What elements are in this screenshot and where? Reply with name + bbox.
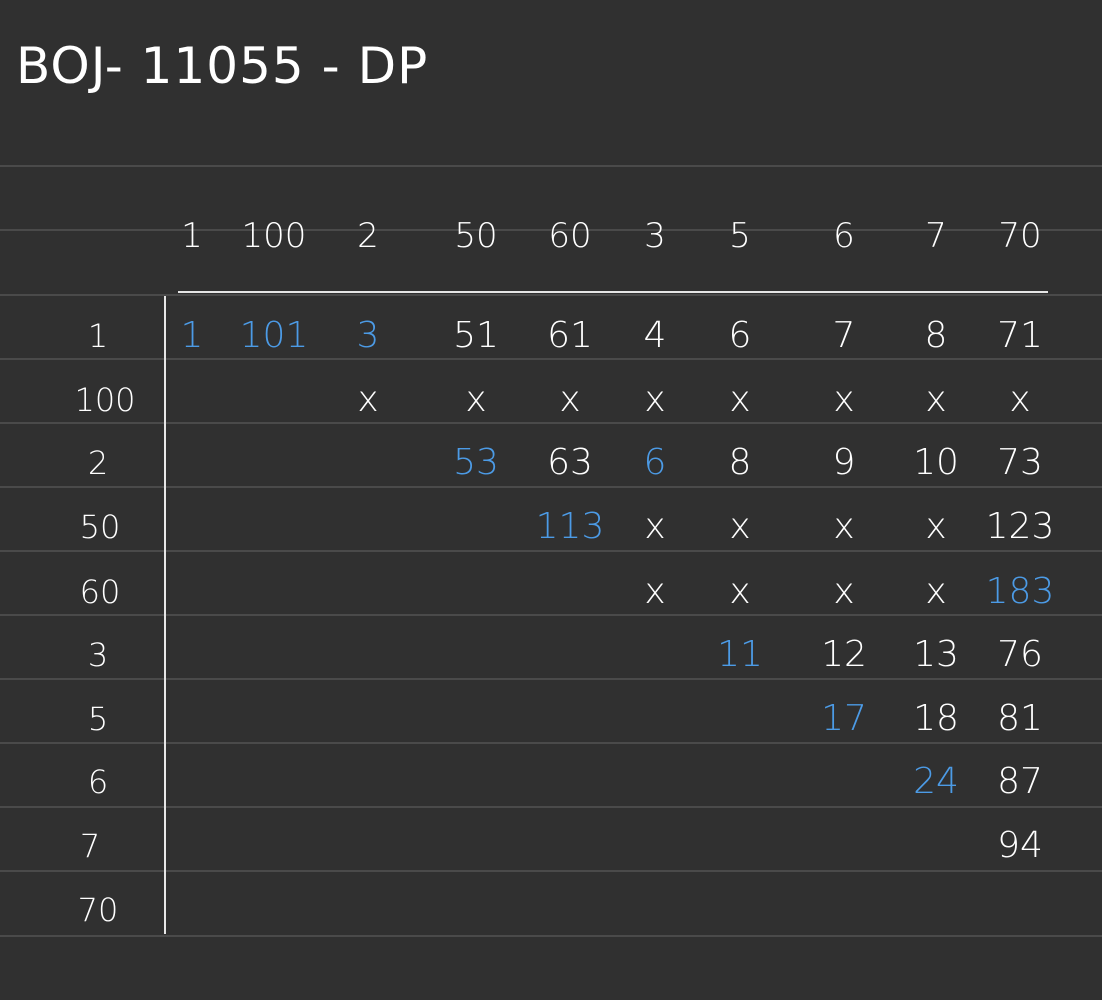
row-header: 5	[87, 700, 109, 738]
column-header: 5	[729, 216, 751, 256]
table-cell: x	[833, 571, 855, 612]
ruled-line	[0, 165, 1102, 167]
table-cell: 8	[924, 315, 948, 356]
row-header: 60	[79, 573, 121, 611]
table-cell: x	[833, 506, 855, 547]
table-cell: 63	[547, 442, 593, 483]
table-cell: 11	[717, 634, 763, 675]
table-cell: 17	[821, 698, 867, 739]
column-header: 7	[925, 216, 947, 256]
table-cell: x	[644, 506, 666, 547]
table-cell: x	[729, 379, 751, 420]
table-cell: 1	[180, 315, 204, 356]
column-header: 100	[241, 216, 307, 256]
table-cell: 7	[832, 315, 856, 356]
table-cell: 10	[913, 442, 959, 483]
row-header: 50	[79, 508, 121, 546]
table-cell: x	[357, 379, 379, 420]
table-cell: 24	[913, 761, 959, 802]
row-header: 2	[87, 444, 109, 482]
table-cell: 73	[997, 442, 1043, 483]
table-cell: x	[925, 571, 947, 612]
table-cell: 12	[821, 634, 867, 675]
table-cell: x	[644, 571, 666, 612]
table-cell: 61	[547, 315, 593, 356]
table-cell: 4	[643, 315, 667, 356]
column-header: 60	[548, 216, 592, 256]
table-horizontal-axis	[178, 291, 1048, 293]
table-cell: x	[729, 571, 751, 612]
table-vertical-axis	[164, 296, 166, 934]
row-header: 6	[87, 763, 109, 801]
table-cell: x	[559, 379, 581, 420]
table-cell: 71	[997, 315, 1043, 356]
table-cell: 94	[997, 825, 1043, 866]
column-header: 6	[833, 216, 855, 256]
column-header: 70	[998, 216, 1042, 256]
column-header: 1	[181, 216, 203, 256]
table-cell: 53	[453, 442, 499, 483]
table-cell: x	[465, 379, 487, 420]
table-cell: 123	[985, 506, 1055, 547]
table-cell: 76	[997, 634, 1043, 675]
ruled-line	[0, 935, 1102, 937]
table-cell: 6	[728, 315, 752, 356]
page-title: BOJ- 11055 - DP	[16, 37, 429, 95]
row-header: 7	[79, 827, 101, 865]
row-header: 3	[87, 636, 109, 674]
table-cell: 183	[985, 571, 1055, 612]
table-cell: x	[729, 506, 751, 547]
table-cell: 87	[997, 761, 1043, 802]
table-cell: x	[644, 379, 666, 420]
table-cell: 113	[535, 506, 605, 547]
table-cell: 101	[239, 315, 309, 356]
table-cell: 8	[728, 442, 752, 483]
table-cell: 13	[913, 634, 959, 675]
table-cell: 81	[997, 698, 1043, 739]
table-cell: x	[833, 379, 855, 420]
table-cell: 9	[832, 442, 856, 483]
table-cell: x	[925, 379, 947, 420]
column-header: 2	[357, 216, 379, 256]
row-header: 1	[87, 317, 109, 355]
row-header: 70	[77, 891, 119, 929]
table-cell: 6	[643, 442, 667, 483]
column-header: 3	[644, 216, 666, 256]
column-header: 50	[454, 216, 498, 256]
row-header: 100	[74, 381, 136, 419]
table-cell: x	[1009, 379, 1031, 420]
table-cell: 51	[453, 315, 499, 356]
table-cell: 3	[356, 315, 380, 356]
table-cell: 18	[913, 698, 959, 739]
table-cell: x	[925, 506, 947, 547]
